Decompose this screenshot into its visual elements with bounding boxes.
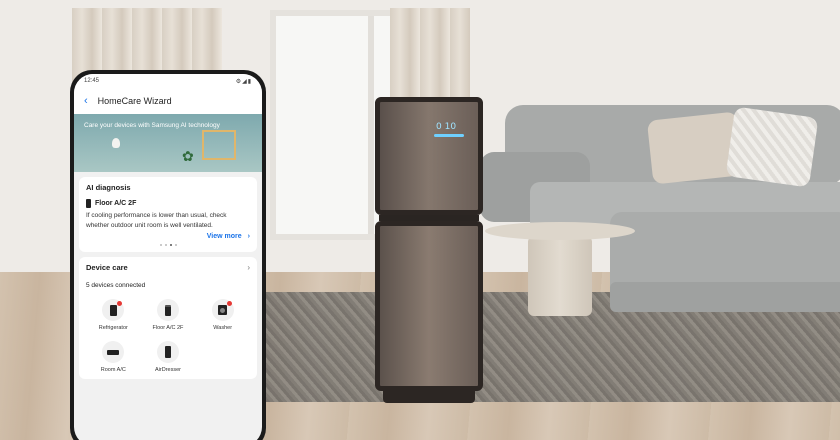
status-bar: 12:45 ⚙◢▮ [74,74,262,88]
view-more-label: View more [206,233,242,240]
back-chevron-icon[interactable]: ‹ [84,95,88,107]
device-label: Floor A/C 2F [152,325,184,331]
airdresser-icon [164,346,171,358]
refrigerator-icon [109,304,117,316]
device-room-ac[interactable]: Room A/C [86,341,141,373]
floor-ac-icon [164,304,171,316]
device-icon-circle [102,299,125,321]
floor-ac-icon [86,199,91,208]
device-care-header[interactable]: Device care › [86,263,250,272]
page-dot [164,244,167,246]
chevron-right-icon: › [247,263,250,272]
device-refrigerator[interactable]: Refrigerator [86,299,141,331]
device-care-title: Device care [86,263,128,272]
device-grid: Refrigerator Floor A/C 2F Washer Room A/… [86,299,250,373]
diagnosis-message: If cooling performance is lower than usu… [86,212,227,229]
banner-text: Care your devices with Samsung AI techno… [84,122,220,129]
device-label: AirDresser [155,367,181,373]
view-more-link[interactable]: View more › [86,233,250,240]
coffee-table-leg [528,236,592,316]
washer-icon [218,305,228,315]
diagnosis-device-row: Floor A/C 2F [86,199,250,208]
diagnosis-device-name: Floor A/C 2F [95,200,137,207]
page-indicator [86,244,250,246]
room-ac-icon [107,349,120,355]
device-icon-circle [156,341,179,363]
picture-frame-icon [202,130,236,160]
alert-badge [226,301,232,306]
device-washer[interactable]: Washer [195,299,250,331]
banner: Care your devices with Samsung AI techno… [74,114,262,172]
purifier-indicator [434,134,464,137]
page-dot [159,244,162,246]
pillow [725,106,819,188]
phone-screen: 12:45 ⚙◢▮ ‹ HomeCare Wizard Care your de… [74,74,262,440]
device-icon-circle [156,299,179,321]
page-dot [174,244,177,246]
ai-diagnosis-title: AI diagnosis [86,183,131,192]
status-icons: ⚙◢▮ [235,78,252,85]
sofa-front [610,282,840,312]
purifier-base [383,391,475,403]
purifier-top-unit: 0 10 [375,97,483,215]
air-purifier: 0 10 [375,97,483,403]
device-airdresser[interactable]: AirDresser [141,341,196,373]
app-bar: ‹ HomeCare Wizard [74,88,262,114]
device-icon-circle [102,341,125,363]
device-floor-ac[interactable]: Floor A/C 2F [141,299,196,331]
purifier-bottom-unit [375,221,483,391]
chevron-right-icon: › [247,233,250,240]
device-icon-circle [211,299,234,321]
page-dot-active [169,244,172,246]
device-label: Washer [213,325,233,331]
ai-diagnosis-card[interactable]: AI diagnosis Floor A/C 2F If cooling per… [79,177,257,252]
device-care-card: Device care › 5 devices connected Refrig… [79,257,257,379]
device-label: Room A/C [100,367,126,373]
coffee-table-top [485,222,635,240]
lamp-icon [112,138,120,148]
device-label: Refrigerator [98,325,128,331]
phone: 12:45 ⚙◢▮ ‹ HomeCare Wizard Care your de… [70,70,266,440]
scene: 0 10 12:45 ⚙◢▮ ‹ HomeCare Wizard Care yo… [0,0,840,440]
devices-connected-count: 5 devices connected [86,282,146,289]
status-time: 12:45 [84,78,100,84]
app-title: HomeCare Wizard [97,96,172,106]
alert-badge [117,301,123,306]
plant-icon: ✿ [182,148,194,164]
